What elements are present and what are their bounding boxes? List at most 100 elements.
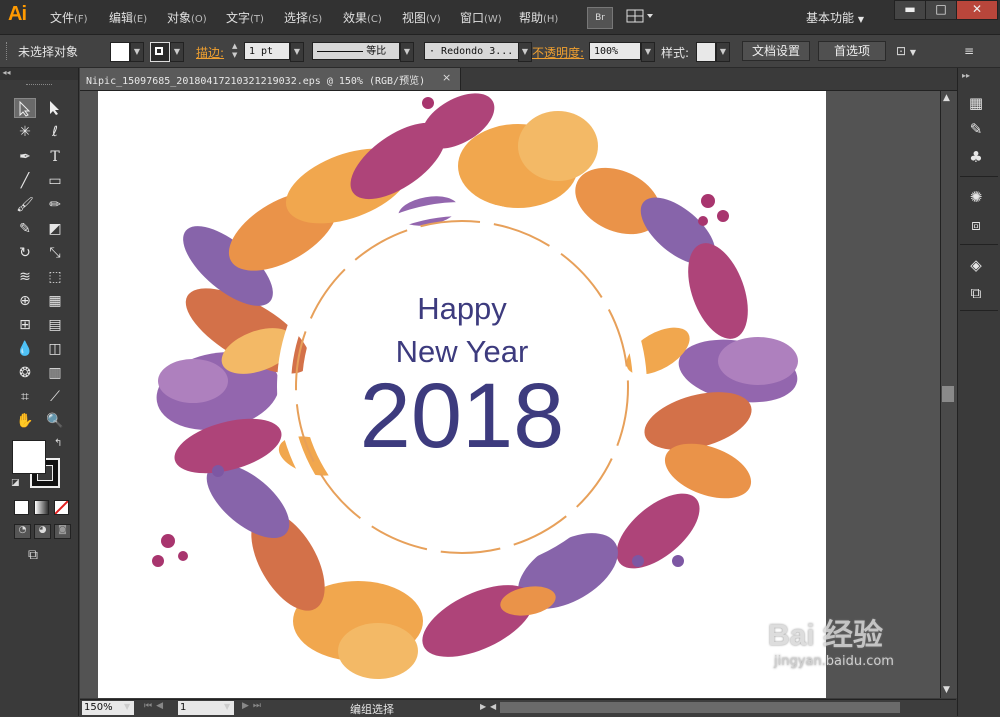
gradient-tool-icon[interactable]: ▤ [44, 315, 66, 335]
scroll-down-arrow[interactable]: ▼ [943, 685, 950, 695]
screen-mode-icon[interactable]: ⧉ [28, 547, 38, 563]
scale-tool-icon[interactable]: ⤡ [44, 243, 66, 263]
dock-collapse-icon[interactable]: ▸▸ [962, 71, 970, 80]
artboard[interactable]: Happy New Year 2018 [98, 91, 826, 698]
opacity-label[interactable]: 不透明度: [532, 44, 584, 61]
style-label: 样式: [661, 46, 690, 60]
brush-select[interactable]: · Redondo 3... [424, 42, 524, 60]
rectangle-tool-icon[interactable]: ▭ [44, 171, 66, 191]
shape-builder-tool-icon[interactable]: ⊕ [14, 291, 36, 311]
status-menu-arrow[interactable]: ▶ [480, 702, 486, 711]
menu-edit[interactable]: 编辑(E) [109, 9, 147, 26]
color-mode-icon[interactable] [14, 500, 29, 515]
artboard-tool-icon[interactable]: ⌗ [14, 387, 36, 407]
appearance-panel-icon[interactable]: ✺ [964, 186, 988, 208]
bridge-button[interactable]: Br [587, 7, 613, 29]
stroke-profile-dropdown[interactable]: ▼ [400, 42, 414, 62]
warp-tool-icon[interactable]: ≋ [14, 267, 36, 287]
blend-tool-icon[interactable]: ◫ [44, 339, 66, 359]
close-window-button[interactable]: ✕ [956, 0, 998, 20]
lasso-tool-icon[interactable]: ℓ [44, 122, 66, 142]
eyedropper-tool-icon[interactable]: 💧 [14, 339, 36, 359]
slice-tool-icon[interactable]: ⟋ [44, 387, 66, 407]
opacity-input[interactable]: 100% [589, 42, 641, 60]
menu-effect[interactable]: 效果(C) [343, 9, 382, 26]
eraser-tool-icon[interactable]: ◩ [44, 219, 66, 239]
menu-file[interactable]: 文件(F) [50, 9, 88, 26]
symbol-sprayer-tool-icon[interactable]: ❂ [14, 363, 36, 383]
swatches-panel-icon[interactable]: ▦ [964, 92, 988, 114]
document-tab[interactable]: Nipic_15097685_20180417210321219032.eps … [80, 68, 461, 90]
artboard-prev-icons[interactable]: ⏮◀ [144, 701, 167, 711]
close-tab-icon[interactable]: × [442, 71, 451, 84]
magic-wand-tool-icon[interactable]: ✳ [14, 122, 36, 142]
swap-colors-icon[interactable]: ↰ [54, 438, 62, 449]
menu-window[interactable]: 窗口(W) [460, 9, 502, 26]
menu-help[interactable]: 帮助(H) [519, 9, 558, 26]
gradient-mode-icon[interactable] [34, 500, 49, 515]
scroll-up-arrow[interactable]: ▲ [943, 93, 950, 103]
type-tool-icon[interactable]: T [44, 147, 66, 167]
menu-object[interactable]: 对象(O) [167, 9, 207, 26]
draw-behind-icon[interactable]: ◕ [34, 524, 51, 539]
dock-separator-2 [960, 244, 998, 245]
perspective-grid-tool-icon[interactable]: ▦ [44, 291, 66, 311]
graphic-style-swatch[interactable] [696, 42, 716, 62]
line-tool-icon[interactable]: ╱ [14, 171, 36, 191]
stroke-weight-input[interactable]: 1 pt [244, 42, 290, 60]
stroke-profile-select[interactable]: 等比 [312, 42, 400, 60]
selection-tool-icon[interactable] [14, 98, 36, 118]
stroke-stepper[interactable]: ▲ ▼ [232, 42, 242, 60]
minimize-button[interactable]: ▬ [894, 0, 926, 20]
arrange-grid-icon [626, 9, 653, 23]
symbols-panel-icon[interactable]: ♣ [964, 146, 988, 168]
menu-select[interactable]: 选择(S) [284, 9, 322, 26]
workspace-switcher[interactable]: 基本功能 ▼ [806, 9, 864, 26]
fill-dropdown-arrow[interactable]: ▼ [130, 42, 144, 62]
hscroll-left-arrow[interactable]: ◀ [490, 702, 496, 711]
panel-grip-icon [6, 42, 10, 60]
graphic-styles-panel-icon[interactable]: ⧈ [964, 214, 988, 236]
menu-view[interactable]: 视图(V) [402, 9, 441, 26]
stroke-label[interactable]: 描边: [196, 44, 224, 61]
vertical-scroll-thumb[interactable] [942, 386, 954, 402]
default-colors-icon[interactable]: ◪ [11, 478, 20, 488]
draw-normal-icon[interactable]: ◔ [14, 524, 31, 539]
layers-panel-icon[interactable]: ◈ [964, 254, 988, 276]
free-transform-tool-icon[interactable]: ⬚ [44, 267, 66, 287]
artboards-panel-icon[interactable]: ⧉ [964, 282, 988, 304]
graphic-style-dropdown[interactable]: ▼ [716, 42, 730, 62]
pencil-tool-icon[interactable]: ✏ [44, 195, 66, 215]
stroke-dropdown-arrow[interactable]: ▼ [170, 42, 184, 62]
panel-menu-icon[interactable]: ≡ [964, 44, 974, 58]
none-mode-icon[interactable] [54, 500, 69, 515]
artboard-next-icons[interactable]: ▶⏭ [242, 701, 265, 711]
brushes-panel-icon[interactable]: ✎ [964, 118, 988, 140]
opacity-dropdown[interactable]: ▼ [641, 42, 655, 62]
fill-swatch[interactable] [110, 42, 130, 62]
zoom-dropdown-arrow[interactable]: ▼ [124, 702, 130, 711]
blob-brush-tool-icon[interactable]: ✎ [14, 219, 36, 239]
arrange-documents-button[interactable] [626, 8, 656, 26]
stroke-weight-dropdown[interactable]: ▼ [290, 42, 304, 62]
transform-menu-icon[interactable]: ⊡ ▼ [896, 44, 916, 58]
rotate-tool-icon[interactable]: ↻ [14, 243, 36, 263]
menu-type[interactable]: 文字(T) [226, 9, 264, 26]
mesh-tool-icon[interactable]: ⊞ [14, 315, 36, 335]
brush-dropdown[interactable]: ▼ [518, 42, 532, 62]
artboard-dropdown-arrow[interactable]: ▼ [224, 702, 230, 711]
zoom-tool-icon[interactable]: 🔍 [44, 411, 66, 431]
stroke-swatch[interactable] [150, 42, 170, 62]
fill-color-box-front[interactable] [12, 440, 46, 474]
maximize-button[interactable]: □ [925, 0, 957, 20]
pen-tool-icon[interactable]: ✒ [14, 147, 36, 167]
document-setup-button[interactable]: 文档设置 [742, 41, 810, 61]
preferences-button[interactable]: 首选项 [818, 41, 886, 61]
column-graph-tool-icon[interactable]: ▥ [44, 363, 66, 383]
paintbrush-tool-icon[interactable]: 🖌 [14, 195, 36, 215]
draw-inside-icon[interactable]: ◙ [54, 524, 71, 539]
direct-selection-tool-icon[interactable] [44, 98, 66, 118]
hand-tool-icon[interactable]: ✋ [14, 411, 36, 431]
tools-panel-header[interactable]: ◂◂ [0, 68, 78, 80]
horizontal-scroll-thumb[interactable] [500, 702, 900, 713]
